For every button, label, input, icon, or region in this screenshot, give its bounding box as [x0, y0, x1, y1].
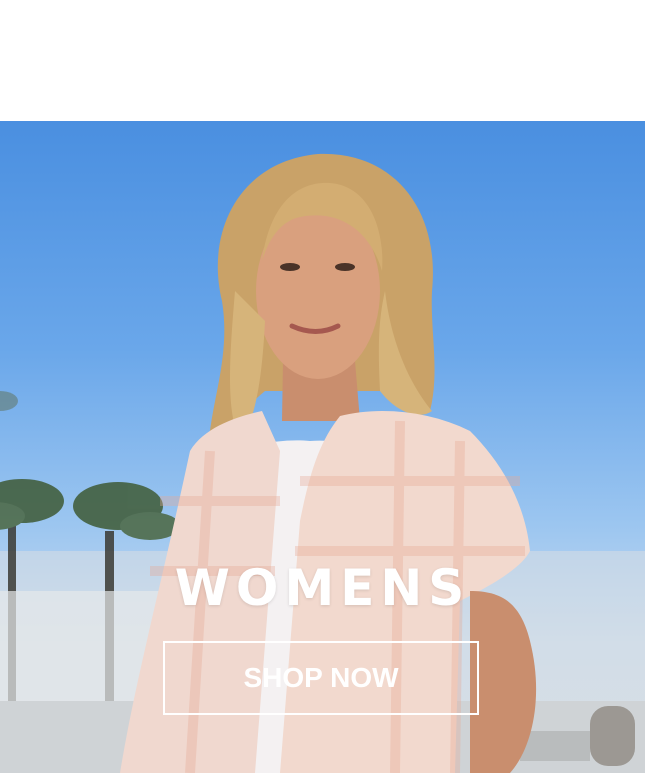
category-title: WOMENS	[174, 559, 471, 617]
shop-now-button[interactable]: SHOP NOW	[163, 641, 479, 715]
page: WOMENS SHOP NOW	[0, 0, 660, 783]
womens-category-banner[interactable]: WOMENS SHOP NOW	[0, 121, 645, 773]
